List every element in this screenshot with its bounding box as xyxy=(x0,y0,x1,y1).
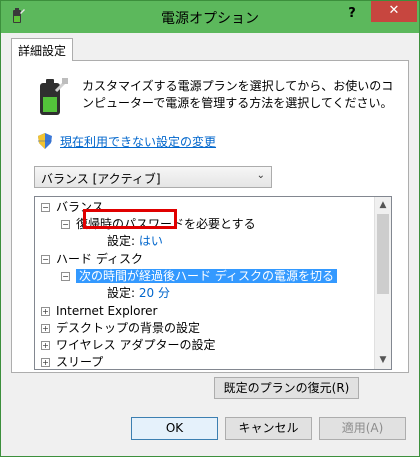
chevron-down-icon: ⌄ xyxy=(256,170,265,181)
expand-icon[interactable]: + xyxy=(41,307,50,316)
setting-value[interactable]: はい xyxy=(139,234,163,248)
tree-item-wireless-adapter[interactable]: + ワイヤレス アダプターの設定 xyxy=(41,337,215,354)
tab-bar: 詳細設定 xyxy=(11,38,409,61)
apply-button[interactable]: 適用(A) xyxy=(319,417,406,440)
expand-icon[interactable]: + xyxy=(41,324,50,333)
tree-scrollbar[interactable]: ▲ ▼ xyxy=(374,197,391,369)
tree-setting-disk-timeout[interactable]: 設定: 20 分 xyxy=(107,285,170,302)
tree-item-sleep[interactable]: + スリープ xyxy=(41,354,104,369)
uac-shield-icon xyxy=(38,133,52,149)
plan-description: カスタマイズする電源プランを選択してから、お使いのコンピューターで電源を管理する… xyxy=(82,79,394,110)
change-unavailable-settings-link[interactable]: 現在利用できない設定の変更 xyxy=(60,133,216,150)
collapse-icon[interactable]: − xyxy=(61,220,70,229)
tree-item-label: ワイヤレス アダプターの設定 xyxy=(56,338,216,352)
tree-setting-password[interactable]: 設定: はい xyxy=(107,233,163,250)
collapse-icon[interactable]: − xyxy=(61,272,70,281)
close-button[interactable]: ✕ xyxy=(371,1,417,22)
scroll-up-icon[interactable]: ▲ xyxy=(375,197,391,214)
tree-item-label: スリープ xyxy=(56,355,104,369)
tree-item-label-selected: 次の時間が経過後ハード ディスクの電源を切る xyxy=(76,269,337,283)
tab-page: カスタマイズする電源プランを選択してから、お使いのコンピューターで電源を管理する… xyxy=(11,60,409,373)
tree-item-label: ハード ディスク xyxy=(56,252,143,266)
expand-icon[interactable]: + xyxy=(41,341,50,350)
scroll-down-icon[interactable]: ▼ xyxy=(375,352,391,369)
tree-item-internet-explorer[interactable]: + Internet Explorer xyxy=(41,303,157,320)
tree-item-desktop-background[interactable]: + デスクトップの背景の設定 xyxy=(41,320,200,337)
title-bar[interactable]: 電源オプション ? ✕ xyxy=(1,1,419,33)
collapse-icon[interactable]: − xyxy=(41,203,50,212)
help-button[interactable]: ? xyxy=(339,3,365,25)
collapse-icon[interactable]: − xyxy=(41,255,50,264)
power-plan-dropdown[interactable]: バランス [アクティブ] ⌄ xyxy=(34,166,272,188)
power-plan-selected: バランス [アクティブ] xyxy=(41,172,161,186)
ok-button[interactable]: OK xyxy=(131,417,218,440)
tree-item-label: デスクトップの背景の設定 xyxy=(56,321,201,335)
scroll-thumb[interactable] xyxy=(377,214,389,294)
setting-value[interactable]: 20 分 xyxy=(139,286,170,300)
setting-label: 設定: xyxy=(107,286,136,300)
expand-icon[interactable]: + xyxy=(41,358,50,367)
tree-item-label: Internet Explorer xyxy=(56,304,158,318)
power-options-window: 電源オプション ? ✕ 詳細設定 カスタマイズする電源プランを選択してから、お使… xyxy=(0,0,420,457)
annotation-highlight-box xyxy=(83,209,177,229)
tree-item-turn-off-disk[interactable]: − 次の時間が経過後ハード ディスクの電源を切る xyxy=(61,268,337,285)
setting-label: 設定: xyxy=(107,234,136,248)
tree-item-hard-disk[interactable]: − ハード ディスク xyxy=(41,251,143,268)
restore-default-plan-button[interactable]: 既定のプランの復元(R) xyxy=(214,377,359,399)
tab-advanced-settings[interactable]: 詳細設定 xyxy=(11,38,74,61)
battery-plug-icon xyxy=(40,78,68,115)
cancel-button[interactable]: キャンセル xyxy=(225,417,312,440)
